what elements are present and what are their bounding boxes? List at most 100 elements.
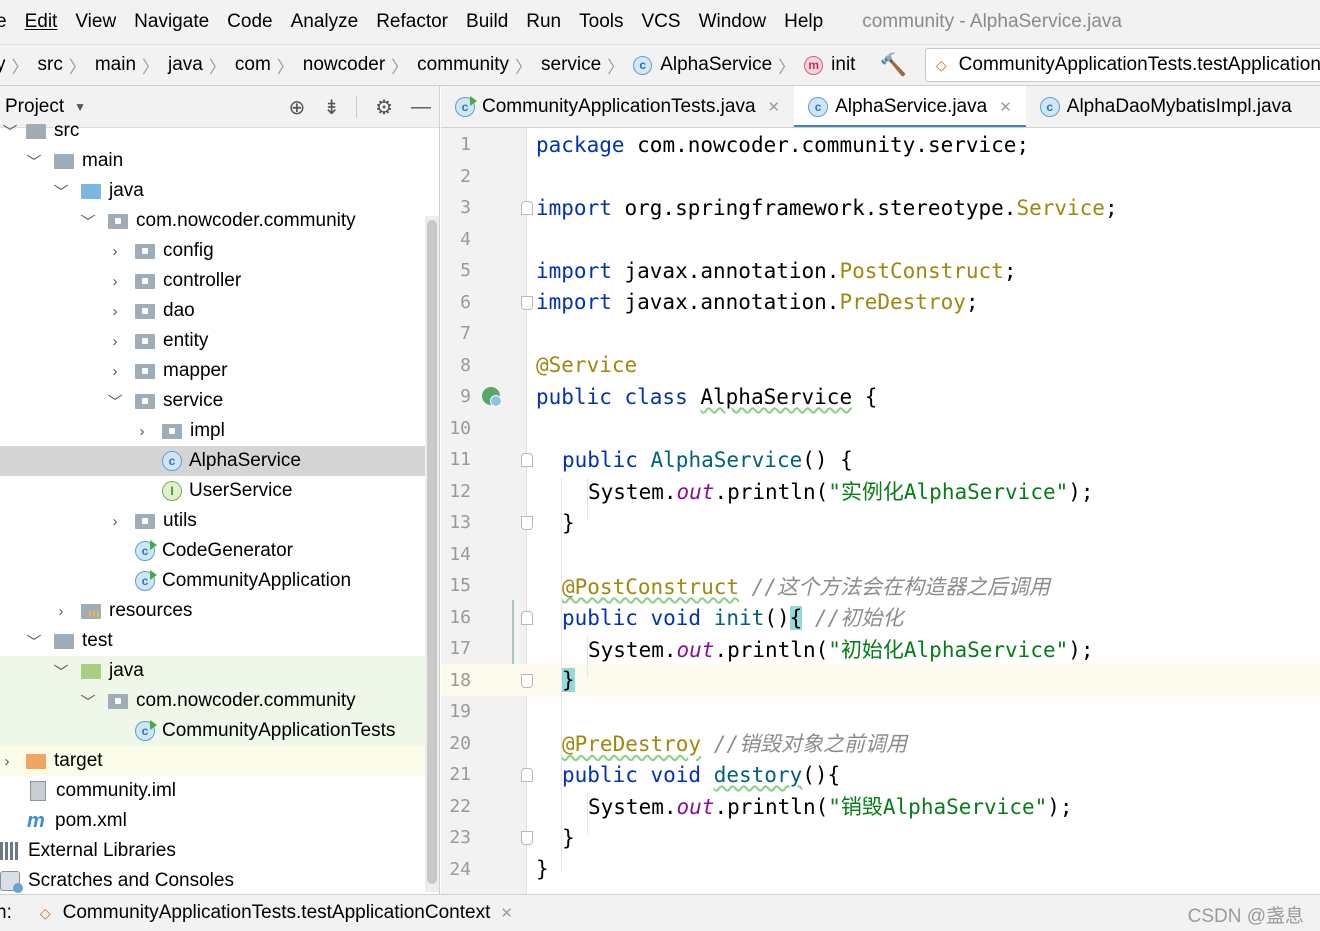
fold-marker-icon[interactable] — [521, 831, 533, 845]
menu-refactor[interactable]: Refactor — [367, 11, 457, 33]
chevron-right-icon[interactable]: › — [105, 513, 125, 530]
chevron-down-icon[interactable]: ﹀ — [105, 391, 125, 412]
menu-analyze[interactable]: Analyze — [282, 11, 368, 33]
breadcrumb-item[interactable]: main 〉 — [95, 53, 168, 78]
tree-item-controller[interactable]: › controller — [0, 266, 439, 296]
chevron-right-icon[interactable]: › — [105, 333, 125, 350]
menu-window[interactable]: Window — [690, 11, 776, 33]
breadcrumb-class[interactable]: c AlphaService 〉 — [633, 53, 804, 78]
breadcrumb-item[interactable]: com 〉 — [235, 53, 303, 78]
close-icon[interactable]: ✕ — [500, 904, 513, 922]
menu-help[interactable]: Help — [775, 11, 832, 33]
chevron-right-icon[interactable]: › — [51, 603, 71, 620]
line-number: 4 — [460, 228, 471, 250]
tree-item-test-package[interactable]: ﹀ com.nowcoder.community — [0, 686, 439, 716]
tree-item-resources[interactable]: › resources — [0, 596, 439, 626]
menu-view[interactable]: View — [66, 11, 125, 33]
menu-file[interactable]: e — [0, 11, 16, 33]
tree-item-config[interactable]: › config — [0, 236, 439, 266]
breadcrumb-item[interactable]: nowcoder 〉 — [303, 53, 417, 78]
fold-marker-icon[interactable] — [521, 295, 533, 310]
chevron-down-icon[interactable]: ﹀ — [78, 691, 98, 712]
tree-item-mapper[interactable]: › mapper — [0, 356, 439, 386]
chevron-right-icon[interactable]: › — [105, 273, 125, 290]
line-number: 22 — [449, 795, 471, 817]
tab-communityapplicationtests[interactable]: c CommunityApplicationTests.java ✕ — [441, 86, 794, 127]
run-configuration-selector[interactable]: ◇ CommunityApplicationTests.testApplicat… — [924, 48, 1320, 82]
tree-item-impl[interactable]: › impl — [0, 416, 439, 446]
chevron-right-icon[interactable]: › — [0, 753, 14, 770]
tree-item-target[interactable]: › target — [0, 746, 439, 776]
spring-bean-icon[interactable] — [482, 387, 502, 407]
menu-build[interactable]: Build — [457, 11, 517, 33]
chevron-down-icon[interactable]: ﹀ — [0, 121, 20, 142]
module-file-icon — [30, 781, 46, 801]
tree-item-pom-xml[interactable]: m pom.xml — [0, 806, 439, 836]
breadcrumb-item[interactable]: src 〉 — [38, 53, 95, 78]
excluded-folder-icon — [26, 753, 46, 769]
tree-item-dao[interactable]: › dao — [0, 296, 439, 326]
menu-run[interactable]: Run — [517, 11, 570, 33]
menu-vcs[interactable]: VCS — [632, 11, 689, 33]
tree-item-java[interactable]: ﹀ java — [0, 176, 439, 206]
fold-marker-icon[interactable] — [521, 768, 533, 782]
chevron-right-icon[interactable]: › — [105, 243, 125, 260]
tree-item-service[interactable]: ﹀ service — [0, 386, 439, 416]
run-tab[interactable]: ◇ CommunityApplicationTests.testApplicat… — [40, 902, 513, 924]
tree-item-scratches[interactable]: Scratches and Consoles — [0, 866, 439, 894]
tab-alphadaomybatisimpl[interactable]: c AlphaDaoMybatisImpl.java — [1026, 86, 1306, 127]
tree-item-external-libraries[interactable]: External Libraries — [0, 836, 439, 866]
project-view-selector[interactable]: Project — [5, 96, 64, 118]
breadcrumb-method[interactable]: m init — [804, 54, 855, 76]
fold-marker-icon[interactable] — [521, 201, 533, 215]
fold-marker-icon[interactable] — [521, 453, 533, 467]
tab-alphaservice[interactable]: c AlphaService.java ✕ — [794, 86, 1026, 127]
code-line: 18 } — [441, 665, 1320, 697]
chevron-right-icon: 〉 — [515, 57, 533, 77]
tree-item-alphaservice[interactable]: c AlphaService — [0, 446, 439, 476]
tree-item-userservice[interactable]: I UserService — [0, 476, 439, 506]
tree-item-communityapplicationtests[interactable]: c CommunityApplicationTests — [0, 716, 439, 746]
tree-item-package-root[interactable]: ﹀ com.nowcoder.community — [0, 206, 439, 236]
menu-code[interactable]: Code — [218, 11, 281, 33]
chevron-right-icon[interactable]: › — [105, 363, 125, 380]
fold-marker-icon[interactable] — [521, 610, 533, 625]
class-icon: c — [633, 55, 653, 75]
tree-item-codegenerator[interactable]: c CodeGenerator — [0, 536, 439, 566]
chevron-down-icon[interactable]: ﹀ — [24, 631, 44, 652]
maven-icon: m — [27, 809, 45, 832]
project-scrollbar[interactable] — [425, 216, 439, 892]
tree-item-entity[interactable]: › entity — [0, 326, 439, 356]
tree-item-test-java[interactable]: ﹀ java — [0, 656, 439, 686]
caret-down-icon[interactable]: ▼ — [74, 100, 86, 114]
close-icon[interactable]: ✕ — [768, 98, 781, 116]
code-editor[interactable]: 1 package com.nowcoder.community.service… — [441, 128, 1320, 894]
breadcrumb-item[interactable]: java 〉 — [168, 53, 235, 78]
fold-marker-icon[interactable] — [521, 673, 533, 688]
close-icon[interactable]: ✕ — [999, 98, 1012, 116]
chevron-down-icon[interactable]: ﹀ — [51, 661, 71, 682]
tree-item-communityapplication[interactable]: c CommunityApplication — [0, 566, 439, 596]
menu-tools[interactable]: Tools — [570, 11, 632, 33]
chevron-down-icon[interactable]: ﹀ — [78, 211, 98, 232]
tree-item-test[interactable]: ﹀ test — [0, 626, 439, 656]
chevron-right-icon[interactable]: › — [132, 423, 152, 440]
breadcrumb-item[interactable]: y〉 — [0, 53, 38, 78]
chevron-down-icon[interactable]: ﹀ — [51, 181, 71, 202]
tree-item-utils[interactable]: › utils — [0, 506, 439, 536]
scrollbar-thumb[interactable] — [427, 220, 437, 884]
chevron-down-icon[interactable]: ﹀ — [24, 151, 44, 172]
tree-item-src[interactable]: ﹀ src — [0, 116, 439, 146]
breadcrumb-item[interactable]: community 〉 — [417, 53, 541, 78]
line-number: 14 — [449, 543, 471, 565]
package-icon — [135, 363, 155, 379]
tree-item-main[interactable]: ﹀ main — [0, 146, 439, 176]
fold-marker-icon[interactable] — [521, 516, 533, 530]
watermark: CSDN @盏息 — [1187, 906, 1304, 927]
tree-item-community-iml[interactable]: community.iml — [0, 776, 439, 806]
chevron-right-icon[interactable]: › — [105, 303, 125, 320]
menu-navigate[interactable]: Navigate — [125, 11, 218, 33]
build-hammer-icon[interactable]: 🔨 — [879, 52, 906, 78]
menu-edit[interactable]: Edit — [16, 11, 67, 33]
breadcrumb-item[interactable]: service 〉 — [541, 53, 633, 78]
